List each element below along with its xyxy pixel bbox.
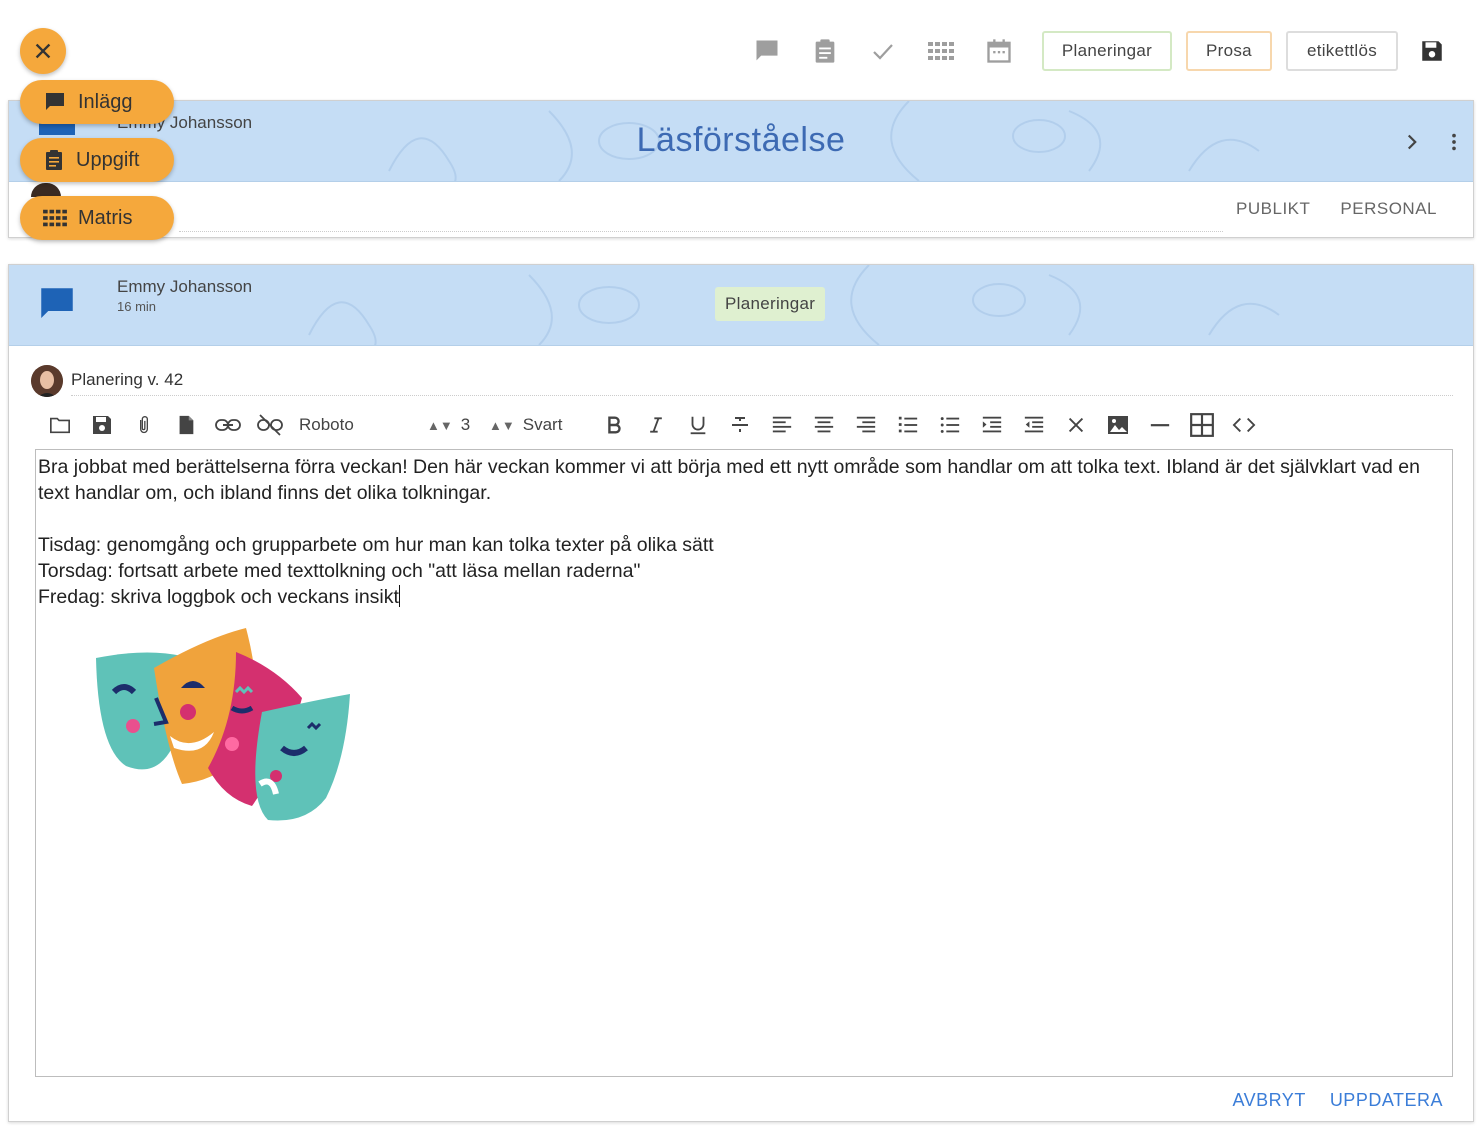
underline-icon[interactable] <box>677 407 719 443</box>
post-card: Emmy Johansson 16 min Planeringar Roboto <box>8 264 1474 1122</box>
updown-icon: ▲▼ <box>489 417 515 433</box>
align-right-icon[interactable] <box>845 407 887 443</box>
close-icon <box>35 43 51 59</box>
clipboard-icon[interactable] <box>796 28 854 74</box>
card-banner: Emmy Johansson Läsförståelse <box>9 101 1473 182</box>
font-family-select[interactable]: Roboto <box>291 407 427 443</box>
post-author: Emmy Johansson <box>117 277 253 296</box>
attachment-icon[interactable] <box>123 407 165 443</box>
horizontal-rule-icon[interactable] <box>1139 407 1181 443</box>
post-time: 16 min <box>117 299 157 314</box>
editor-actions: AVBRYT UPPDATERA <box>1232 1090 1443 1111</box>
editor-paragraph-text: Fredag: skriva loggbok och veckans insik… <box>38 586 399 608</box>
fab-inlagg-button[interactable]: Inlägg <box>20 80 174 124</box>
editor-paragraph: Bra jobbat med berättelserna förra vecka… <box>38 456 1420 504</box>
grid-icon <box>43 209 67 227</box>
fab-matris-button[interactable]: Matris <box>20 196 174 240</box>
image-icon[interactable] <box>1097 407 1139 443</box>
font-color-value: Svart <box>522 415 563 434</box>
indent-icon[interactable] <box>971 407 1013 443</box>
editor-toolbar: Roboto ▲▼ 3 ▲▼ Svart <box>39 407 1265 443</box>
rich-text-editor[interactable]: Bra jobbat med berättelserna förra vecka… <box>35 449 1453 1077</box>
fab-label: Inlägg <box>78 90 133 113</box>
strikethrough-icon[interactable] <box>719 407 761 443</box>
tab-personal[interactable]: PERSONAL <box>1340 199 1437 219</box>
check-icon[interactable] <box>854 28 912 74</box>
fab-label: Matris <box>78 206 133 229</box>
link-icon[interactable] <box>207 407 249 443</box>
tag-prosa-button[interactable]: Prosa <box>1186 31 1272 71</box>
close-fab-button[interactable] <box>20 28 66 74</box>
editor-paragraph: Torsdag: fortsatt arbete med texttolknin… <box>38 560 641 582</box>
font-family-value: Roboto <box>299 415 354 434</box>
fab-uppgift-button[interactable]: Uppgift <box>20 138 174 182</box>
outdent-icon[interactable] <box>1013 407 1055 443</box>
post-title-input[interactable] <box>71 365 1453 396</box>
post-banner: Emmy Johansson 16 min Planeringar <box>9 265 1473 346</box>
save-icon[interactable] <box>81 407 123 443</box>
bullet-list-icon[interactable] <box>929 407 971 443</box>
editor-paragraph: Tisdag: genomgång och grupparbete om hur… <box>38 534 714 556</box>
folder-icon[interactable] <box>39 407 81 443</box>
chat-icon <box>46 93 64 110</box>
editor-paragraph: Fredag: skriva loggbok och veckans insik… <box>38 584 1450 610</box>
font-size-value: 3 <box>460 415 471 434</box>
code-icon[interactable] <box>1223 407 1265 443</box>
tag-planeringar-button[interactable]: Planeringar <box>1042 31 1172 71</box>
updown-icon: ▲▼ <box>427 417 453 433</box>
save-icon[interactable] <box>1402 28 1462 74</box>
chat-icon <box>35 283 79 325</box>
ordered-list-icon[interactable] <box>887 407 929 443</box>
tab-publikt[interactable]: PUBLIKT <box>1236 199 1310 219</box>
card-title: Läsförståelse <box>636 121 846 159</box>
more-vertical-icon[interactable] <box>1443 127 1465 157</box>
bold-icon[interactable] <box>593 407 635 443</box>
unlink-icon[interactable] <box>249 407 291 443</box>
table-icon[interactable] <box>1181 407 1223 443</box>
file-icon[interactable] <box>165 407 207 443</box>
cancel-button[interactable]: AVBRYT <box>1232 1090 1305 1111</box>
clipboard-icon <box>46 150 62 170</box>
align-left-icon[interactable] <box>761 407 803 443</box>
chevron-right-icon[interactable] <box>1399 127 1425 157</box>
editor-paragraph <box>38 506 1450 532</box>
post-tag[interactable]: Planeringar <box>715 287 826 321</box>
visibility-tabs: PUBLIKT PERSONAL <box>1236 199 1437 219</box>
clear-format-icon[interactable] <box>1055 407 1097 443</box>
avatar <box>31 365 63 397</box>
divider <box>179 231 1223 232</box>
tag-etikettlos-button[interactable]: etikettlös <box>1286 31 1398 71</box>
font-color-select[interactable]: ▲▼ Svart <box>489 407 593 443</box>
update-button[interactable]: UPPDATERA <box>1330 1090 1443 1111</box>
text-caret <box>398 585 400 607</box>
font-size-select[interactable]: ▲▼ 3 <box>427 407 489 443</box>
italic-icon[interactable] <box>635 407 677 443</box>
calendar-icon[interactable] <box>970 28 1028 74</box>
avatar <box>31 183 61 197</box>
top-toolbar: Planeringar Prosa etikettlös <box>738 28 1462 74</box>
board-card: Emmy Johansson Läsförståelse PUBLIKT PER… <box>8 100 1474 238</box>
theatre-masks-image[interactable] <box>86 628 356 828</box>
chat-icon[interactable] <box>738 28 796 74</box>
grid-icon[interactable] <box>912 28 970 74</box>
fab-label: Uppgift <box>76 148 140 171</box>
align-center-icon[interactable] <box>803 407 845 443</box>
